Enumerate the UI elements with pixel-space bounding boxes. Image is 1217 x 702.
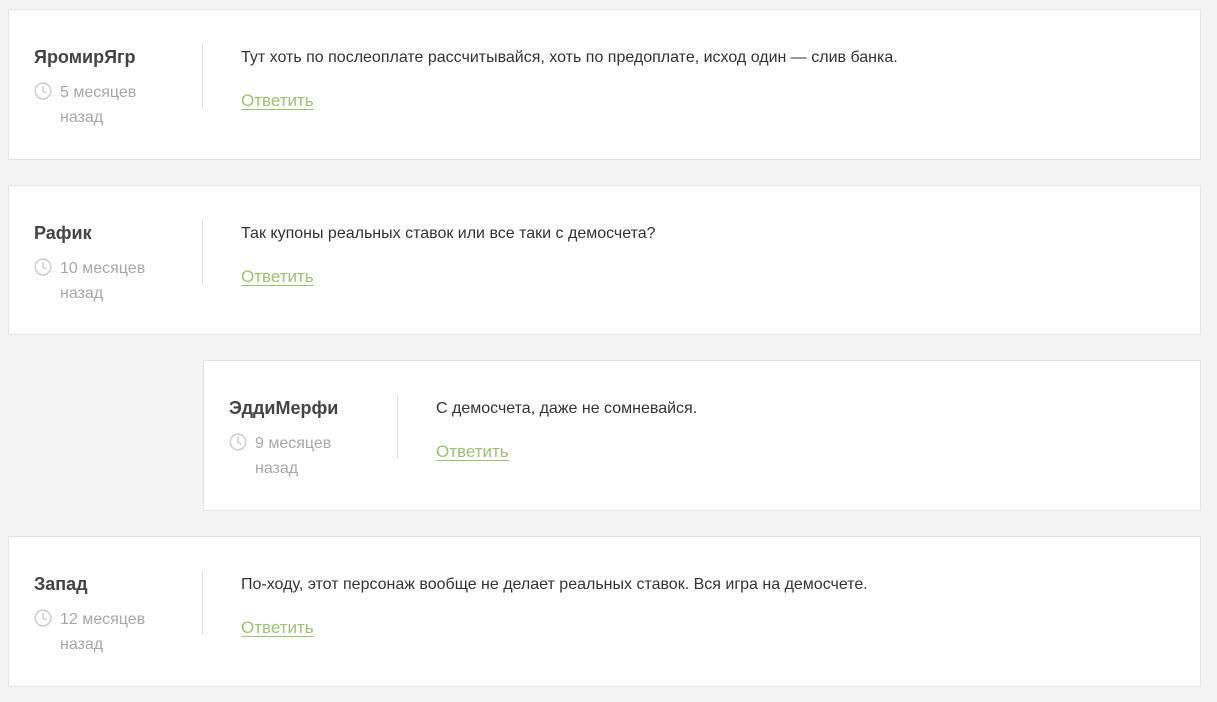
comment-meta: Рафик 10 месяцев назад [9, 186, 203, 334]
meta-divider [202, 220, 203, 284]
comment-time: 10 месяцев назад [60, 260, 146, 302]
reply-comment-card: ЭддиМерфи 9 месяцев назад С демосчета, д… [203, 360, 1201, 511]
clock-icon [34, 258, 52, 276]
comment-card: Рафик 10 месяцев назад Так купоны реальн… [8, 185, 1201, 335]
comment-text: Так купоны реальных ставок или все таки … [241, 225, 656, 242]
comment-text: По-ходу, этот персонаж вообще не делает … [241, 576, 868, 593]
reply-link[interactable]: Ответить [436, 442, 509, 462]
comment-author[interactable]: Рафик [34, 223, 92, 244]
meta-divider [397, 395, 398, 459]
clock-icon [34, 609, 52, 627]
meta-divider [202, 571, 203, 635]
comment-card: Запад 12 месяцев назад По-ходу, этот пер… [8, 536, 1201, 687]
comment-meta: Запад 12 месяцев назад [9, 537, 203, 686]
clock-icon [229, 433, 247, 451]
comment-time: 5 месяцев назад [60, 84, 137, 126]
comment-author[interactable]: ЯромирЯгр [34, 47, 136, 68]
comment-author[interactable]: Запад [34, 574, 88, 595]
meta-divider [202, 44, 203, 108]
comment-text: Тут хоть по послеоплате рассчитывайся, х… [241, 49, 898, 66]
comments-list: ЯромирЯгр 5 месяцев назад Тут хоть по по… [0, 0, 1217, 702]
comment-card: ЯромирЯгр 5 месяцев назад Тут хоть по по… [8, 9, 1201, 160]
comment-author[interactable]: ЭддиМерфи [229, 398, 338, 419]
comment-meta: ЯромирЯгр 5 месяцев назад [9, 10, 203, 159]
reply-link[interactable]: Ответить [241, 91, 314, 111]
clock-icon [34, 82, 52, 100]
comment-meta: ЭддиМерфи 9 месяцев назад [204, 361, 398, 510]
comment-time: 12 месяцев назад [60, 611, 146, 653]
comment-time: 9 месяцев назад [255, 435, 332, 477]
comment-text: С демосчета, даже не сомневайся. [436, 400, 698, 417]
reply-link[interactable]: Ответить [241, 267, 314, 287]
reply-link[interactable]: Ответить [241, 618, 314, 638]
